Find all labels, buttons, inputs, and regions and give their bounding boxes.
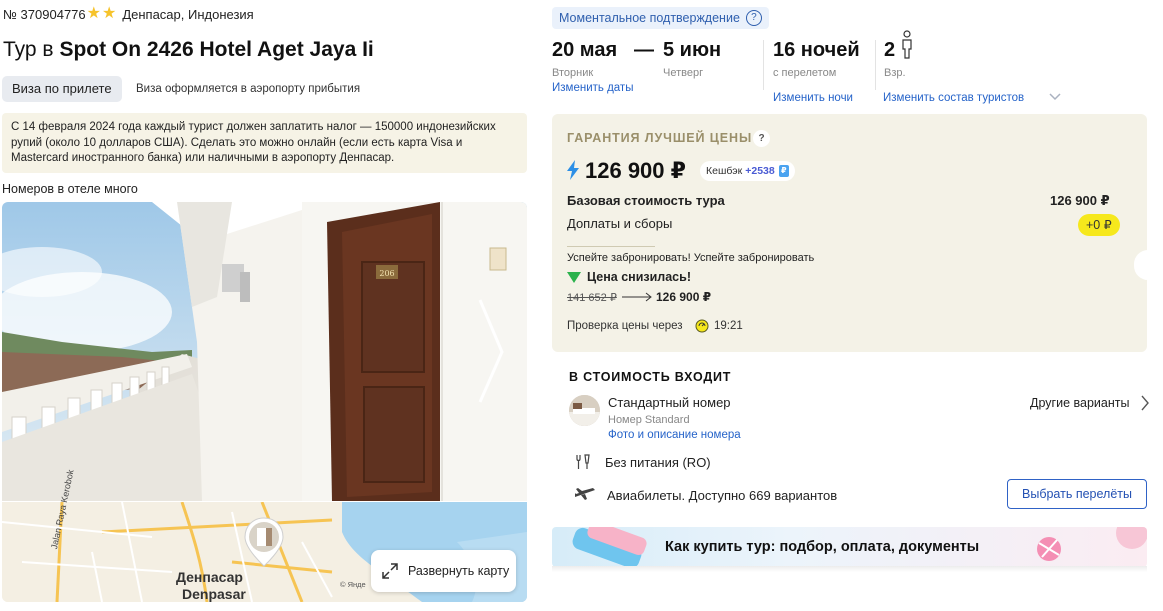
hotel-photo[interactable]: 206 bbox=[2, 202, 527, 501]
timer-icon bbox=[695, 319, 709, 333]
new-price: 126 900 ₽ bbox=[656, 290, 712, 304]
date-from[interactable]: 20 мая bbox=[552, 39, 617, 62]
other-variants-link[interactable]: Другие варианты bbox=[1030, 396, 1129, 410]
divider bbox=[567, 246, 655, 247]
base-price-label: Базовая стоимость тура bbox=[567, 193, 725, 208]
change-dates-link[interactable]: Изменить даты bbox=[552, 82, 633, 94]
chevron-down-icon[interactable] bbox=[1048, 90, 1062, 104]
price-dropped-label: Цена снизилась! bbox=[587, 270, 691, 284]
map-city-label: Денпасар bbox=[176, 569, 243, 585]
weekday-to: Четверг bbox=[663, 67, 704, 79]
change-nights-link[interactable]: Изменить ночи bbox=[773, 92, 853, 104]
adults-count[interactable]: 2 bbox=[884, 39, 895, 62]
star-icon: ★ bbox=[86, 5, 101, 22]
chevron-right-icon[interactable] bbox=[1140, 394, 1150, 412]
adults-label: Взр. bbox=[884, 67, 906, 79]
fees-label: Доплаты и сборы bbox=[567, 216, 673, 231]
tour-header-row: № 370904776 ★ ★ Денпасар, Индонезия bbox=[3, 6, 254, 22]
cashback-value: +2538 bbox=[745, 165, 775, 177]
rooms-availability-note: Номеров в отеле много bbox=[2, 182, 138, 196]
visa-note: Виза оформляется в аэропорту прибытия bbox=[136, 83, 361, 95]
room-type: Номер Standard bbox=[608, 414, 690, 426]
included-section-title: В СТОИМОСТЬ ВХОДИТ bbox=[569, 370, 732, 384]
expand-map-button[interactable]: Развернуть карту bbox=[371, 550, 516, 592]
price-down-icon bbox=[567, 272, 581, 283]
cashback-icon: ₽ bbox=[778, 165, 789, 177]
best-price-guarantee: ГАРАНТИЯ ЛУЧШЕЙ ЦЕНЫ bbox=[567, 131, 753, 145]
date-to[interactable]: 5 июн bbox=[663, 39, 721, 62]
tax-notice-line: Mastercard иностранного банка) или налич… bbox=[11, 152, 395, 164]
help-icon[interactable]: ? bbox=[753, 130, 770, 147]
help-icon[interactable]: ? bbox=[745, 10, 762, 26]
hotel-name[interactable]: Spot On 2426 Hotel Aget Jaya Ii bbox=[59, 38, 373, 61]
tax-notice-line: С 14 февраля 2024 года каждый турист дол… bbox=[11, 121, 496, 133]
tour-price: 126 900 ₽ bbox=[585, 158, 686, 183]
tax-notice: С 14 февраля 2024 года каждый турист дол… bbox=[2, 113, 527, 173]
hurry-note: Успейте забронировать! Успейте заброниро… bbox=[567, 252, 815, 264]
nights-count[interactable]: 16 ночей bbox=[773, 39, 860, 62]
divider bbox=[763, 40, 764, 90]
room-name: Стандартный номер bbox=[608, 395, 731, 410]
nights-note: с перелетом bbox=[773, 67, 837, 79]
price-check-time: 19:21 bbox=[714, 320, 743, 332]
tour-location: Денпасар, Индонезия bbox=[122, 6, 254, 22]
map-copyright: © Янде bbox=[340, 580, 366, 589]
page-title: Тур в Spot On 2426 Hotel Aget Jaya Ii bbox=[3, 38, 374, 62]
price-check-label: Проверка цены через bbox=[567, 320, 683, 332]
date-dash: — bbox=[634, 39, 654, 61]
expand-icon bbox=[382, 563, 398, 579]
arrow-right-icon bbox=[622, 292, 652, 302]
room-details-link[interactable]: Фото и описание номера bbox=[608, 429, 741, 441]
choose-flights-button[interactable]: Выбрать перелёты bbox=[1007, 479, 1147, 509]
change-tourists-link[interactable]: Изменить состав туристов bbox=[883, 92, 1024, 104]
room-thumbnail[interactable] bbox=[569, 395, 600, 426]
instant-confirmation-badge: Моментальное подтверждение ? bbox=[552, 7, 769, 29]
old-price: 141 652 ₽ bbox=[567, 292, 617, 304]
person-icon bbox=[902, 30, 912, 59]
price-card bbox=[552, 114, 1147, 352]
hotel-photo-image: 206 bbox=[2, 202, 527, 501]
fork-knife-icon bbox=[576, 454, 590, 469]
title-prefix: Тур в bbox=[3, 38, 54, 61]
star-icon: ★ bbox=[101, 5, 117, 22]
tax-notice-line: рупий (около 10 долларов США). Сделать э… bbox=[11, 136, 463, 149]
visa-badge: Виза по прилете bbox=[2, 76, 122, 102]
meal-plan: Без питания (RO) bbox=[605, 455, 711, 470]
divider bbox=[875, 40, 876, 90]
fees-value-badge[interactable]: +0 ₽ bbox=[1078, 214, 1120, 236]
expand-map-label: Развернуть карту bbox=[408, 564, 510, 578]
cashback-label: Кешбэк bbox=[706, 165, 743, 177]
banner-shadow bbox=[552, 566, 1147, 572]
flights-info: Авиабилеты. Доступно 669 вариантов bbox=[607, 488, 838, 503]
map-city-latin-label: Denpasar bbox=[182, 586, 246, 602]
banner-title[interactable]: Как купить тур: подбор, оплата, документ… bbox=[665, 539, 979, 555]
lightning-icon bbox=[567, 160, 579, 180]
weekday-from: Вторник bbox=[552, 67, 594, 79]
cashback-badge[interactable]: Кешбэк +2538 ₽ bbox=[700, 161, 795, 181]
instant-confirmation-label: Моментальное подтверждение bbox=[559, 11, 740, 25]
tour-id: № 370904776 bbox=[3, 6, 86, 22]
base-price-value: 126 900 ₽ bbox=[1050, 193, 1110, 208]
plane-icon bbox=[575, 488, 595, 500]
hotel-map-pin-icon[interactable] bbox=[243, 516, 285, 573]
door-number: 206 bbox=[379, 269, 394, 278]
